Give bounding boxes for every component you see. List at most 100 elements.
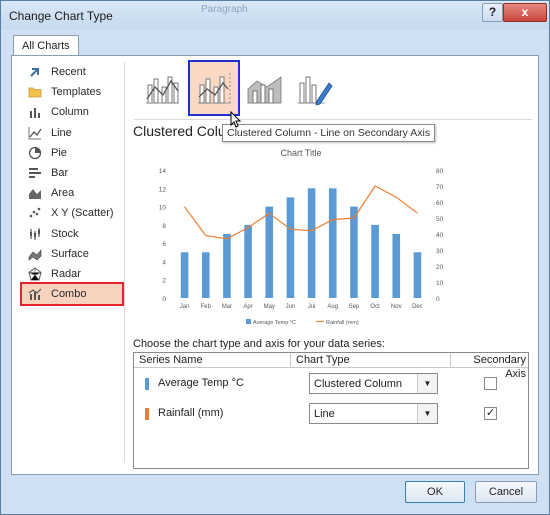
sidebar-item-radar[interactable]: Radar [22, 264, 122, 284]
subtype-clustered-column-line-secondary[interactable] [188, 60, 240, 116]
y2-tick-label: 20 [436, 264, 444, 271]
secondary-axis-checkbox-temp[interactable] [484, 377, 497, 390]
sidebar-item-label: Line [51, 126, 72, 139]
recent-icon [28, 65, 42, 79]
y-tick-label: 12 [159, 186, 167, 193]
x-tick-label: Jul [308, 304, 316, 310]
tab-strip: All Charts [11, 33, 539, 57]
custom-combo-icon [298, 76, 333, 106]
y2-tick-label: 50 [436, 216, 444, 223]
chart-type-value: Line [314, 408, 335, 420]
x-tick-label: Mar [222, 304, 232, 310]
sidebar-item-label: Pie [51, 146, 67, 159]
bar [328, 188, 337, 298]
x-tick-label: Apr [243, 304, 252, 310]
bar [286, 197, 295, 298]
sidebar-item-templates[interactable]: Templates [22, 82, 122, 102]
cancel-button[interactable]: Cancel [475, 481, 537, 503]
chevron-down-icon[interactable]: ▼ [417, 374, 437, 393]
sidebar-item-label: Column [51, 106, 89, 119]
bar-chart-icon [28, 166, 42, 180]
y-tick-label: 2 [162, 278, 166, 285]
subtype-custom-combo[interactable] [290, 62, 338, 114]
y-tick-label: 4 [162, 259, 166, 266]
bar [350, 206, 358, 298]
stock-chart-icon [28, 227, 42, 241]
series-name: Average Temp °C [158, 377, 244, 389]
y-tick-label: 8 [162, 223, 166, 230]
sidebar-item-combo[interactable]: Combo [20, 282, 124, 307]
sidebar-item-recent[interactable]: Recent [22, 62, 122, 82]
sidebar-item-stock[interactable]: Stock [22, 224, 122, 244]
series-row-temp: Average Temp °C Clustered Column ▼ [134, 371, 528, 397]
sidebar-item-line[interactable]: Line [22, 123, 122, 143]
bar [223, 234, 231, 298]
y2-tick-label: 40 [436, 232, 444, 239]
background-ribbon-text: Paragraph [201, 4, 248, 15]
x-tick-label: Nov [391, 304, 402, 310]
chart-subtype-gallery [136, 60, 532, 118]
combo-chart-icon [28, 287, 42, 301]
legend-label: Average Temp °C [253, 320, 296, 326]
sidebar-item-label: Radar [51, 267, 81, 280]
series-line [184, 185, 418, 240]
subtype-stacked-area-column[interactable] [240, 62, 288, 114]
bar [413, 252, 422, 298]
bar [201, 252, 210, 298]
y-tick-label: 6 [162, 241, 166, 248]
sidebar-item-label: Recent [51, 66, 86, 79]
legend-label: Rainfall (mm) [326, 320, 359, 326]
chart-type-select-rainfall[interactable]: Line ▼ [309, 403, 438, 424]
bar [307, 188, 316, 298]
y-tick-label: 14 [159, 168, 167, 175]
series-table: Series Name Chart Type Secondary Axis Av… [133, 352, 529, 469]
y2-tick-label: 10 [436, 280, 444, 287]
area-chart-icon [28, 186, 42, 200]
x-tick-label: Oct [370, 304, 380, 310]
sidebar-item-label: Area [51, 187, 75, 200]
scatter-chart-icon [28, 206, 42, 220]
column-header-series-name: Series Name [134, 353, 290, 368]
sidebar-item-label: Combo [51, 288, 87, 301]
chart-title: Chart Title [280, 148, 321, 158]
dialog-title: Change Chart Type [9, 9, 113, 23]
column-header-chart-type: Chart Type [290, 353, 450, 368]
chevron-down-icon[interactable]: ▼ [417, 404, 437, 423]
close-button[interactable]: x [503, 3, 547, 22]
chart-type-select-temp[interactable]: Clustered Column ▼ [309, 373, 438, 394]
bar [244, 224, 252, 298]
sidebar-item-bar[interactable]: Bar [22, 163, 122, 183]
sidebar-item-column[interactable]: Column [22, 102, 122, 122]
bar [265, 206, 274, 298]
sidebar-item-surface[interactable]: Surface [22, 244, 122, 264]
y2-tick-label: 70 [436, 184, 444, 191]
change-chart-type-dialog: Change Chart Type Paragraph ? x All Char… [0, 0, 550, 515]
bar [371, 224, 379, 298]
sidebar-item-label: Templates [51, 86, 102, 99]
help-button[interactable]: ? [482, 3, 503, 22]
sidebar-item-label: X Y (Scatter) [51, 207, 114, 220]
x-tick-label: May [264, 304, 275, 310]
chart-preview: Chart Title 0 2 4 6 8 10 12 14 0 10 20 30 40 50 60 70 80 J… [142, 146, 462, 336]
stacked-area-column-icon [247, 76, 282, 104]
chart-svg: Chart Title 0 2 4 6 8 10 12 14 0 10 20 30 40 50 60 70 80 J… [159, 148, 444, 326]
ok-button[interactable]: OK [405, 481, 465, 503]
column-chart-icon [28, 105, 42, 119]
pie-chart-icon [28, 146, 42, 160]
y2-tick-label: 0 [436, 296, 440, 303]
sidebar-item-label: Bar [51, 167, 69, 180]
secondary-axis-checkbox-rainfall[interactable]: ✓ [484, 407, 497, 420]
sidebar-item-label: Stock [51, 227, 79, 240]
subtype-clustered-column-line[interactable] [138, 62, 186, 114]
series-color-swatch [145, 378, 149, 390]
x-tick-label: Jun [286, 304, 296, 310]
radar-chart-icon [28, 267, 42, 281]
sidebar-item-area[interactable]: Area [22, 183, 122, 203]
sidebar-item-scatter[interactable]: X Y (Scatter) [22, 203, 122, 223]
sidebar-item-pie[interactable]: Pie [22, 143, 122, 163]
tab-all-charts[interactable]: All Charts [13, 35, 79, 57]
legend-swatch [246, 319, 251, 324]
surface-chart-icon [28, 247, 42, 261]
series-section-label: Choose the chart type and axis for your … [133, 338, 385, 350]
bar [392, 234, 401, 298]
